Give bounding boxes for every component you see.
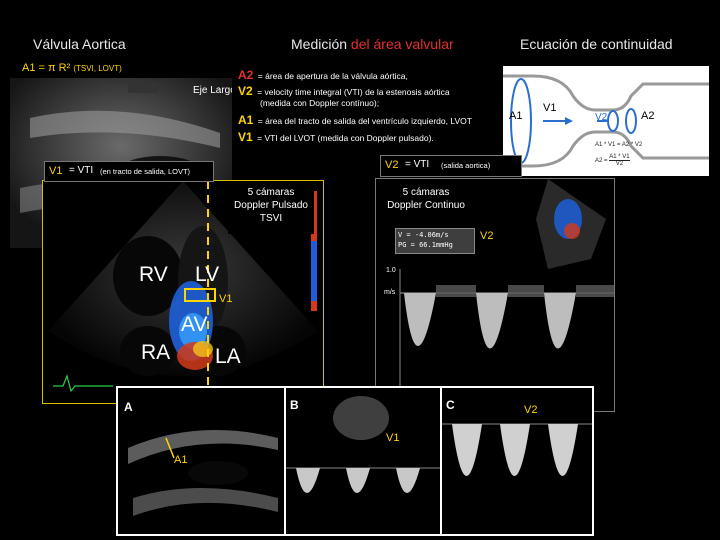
tag-v2-mid: V2 [480, 230, 494, 242]
panel-a-graphic [128, 430, 278, 516]
chamber-ra: RA [141, 341, 171, 364]
pulsed-line1: 5 cámaras [247, 187, 295, 198]
diagram-eq2-den: V2 [615, 161, 624, 167]
v1-label-note: (en tracto de salida, LOVT) [100, 167, 191, 176]
def-v2-cont: (medida con Doppler contínuo); [260, 98, 380, 108]
tag-a1-bottom: A1 [174, 454, 188, 466]
pulsed-line3: TSVI [259, 213, 283, 224]
bottom-composite: A A1 B V1 C V2 [116, 386, 594, 536]
title-center: Medición del área valvular [291, 36, 454, 52]
measurement-velocity: V = -4.06m/s [398, 231, 449, 239]
panel-b: B V1 [286, 388, 440, 534]
scale-unit: m/s [384, 289, 396, 296]
title-center-prefix: Medición [291, 36, 351, 52]
def-v1-text: = VTI del LVOT (medida con Doppler pulsa… [257, 133, 434, 143]
panel-a: A A1 [118, 388, 284, 534]
formula: A1 = π R² (TSVI, LOVT) [22, 62, 122, 74]
panel-b-label: B [290, 398, 299, 412]
scale-top: 1.0 [386, 267, 396, 274]
v1-label-text: = VTI [69, 165, 94, 176]
diagram-eq1: A1 * V1 = A2 * V2 [595, 142, 643, 148]
v2-label-text: = VTI [405, 159, 430, 170]
def-a2-text: = área de apertura de la válvula aórtica… [257, 71, 408, 81]
pulsed-info-box: 5 cámaras Doppler Pulsado TSVI [228, 186, 314, 234]
def-a2-sym: A2 [238, 68, 254, 82]
panel-c-label: C [446, 398, 455, 412]
tag-v1-bottom: V1 [386, 432, 400, 444]
tag-v1-mid: V1 [219, 293, 233, 305]
panel-c-graphic [442, 423, 592, 476]
def-v1: V1 = VTI del LVOT (medida con Doppler pu… [238, 128, 434, 146]
v2-label-box: V2 = VTI (salida aortica) [380, 155, 522, 177]
v1-label-box: V1 = VTI (en tracto de salida, LOVT) [44, 161, 214, 182]
continuous-line2: Doppler Continuo [387, 200, 465, 211]
def-a1-sym: A1 [238, 113, 254, 127]
eje-largo-label: Eje Largo [193, 85, 236, 96]
title-right: Ecuación de continuidad [520, 36, 673, 52]
diagram-v2: V2 [595, 112, 608, 123]
measurement-box: V = -4.06m/s PG = 66.1mmHg [395, 228, 475, 254]
def-a1: A1 = área del tracto de salida del ventr… [238, 111, 472, 129]
def-v2-sym: V2 [238, 84, 253, 98]
formula-note: (TSVI, LOVT) [73, 64, 122, 73]
title-left: Válvula Aortica [33, 36, 126, 52]
diagram-a2: A2 [641, 110, 655, 122]
diagram-a1: A1 [509, 110, 523, 122]
definitions-box: A2 = área de apertura de la válvula aórt… [232, 64, 502, 148]
diagram-eq2-lhs: A2 = [595, 158, 608, 165]
panel-b-graphic [286, 396, 440, 493]
def-v2-text: = velocity time integral (VTI) de la est… [257, 87, 450, 97]
chamber-la: LA [215, 345, 241, 368]
diagram-eq2: A2 = A1 * V1 V2 [595, 154, 630, 167]
v1-label-sym: V1 [49, 165, 63, 177]
tag-v2-bottom: V2 [524, 404, 538, 416]
continuous-info-box: 5 cámaras Doppler Continuo [378, 186, 474, 216]
chamber-rv: RV [139, 263, 168, 286]
continuous-line1: 5 cámaras [402, 187, 450, 198]
measurement-gradient: PG = 66.1mmHg [398, 241, 453, 249]
panel-a-label: A [124, 400, 133, 414]
v2-label-note: (salida aortica) [441, 161, 491, 170]
chamber-av: AV [181, 313, 208, 336]
pulsed-line2: Doppler Pulsado [234, 200, 308, 211]
formula-main: A1 = π R² [22, 62, 71, 74]
chamber-lv: LV [195, 263, 220, 286]
v2-label-sym: V2 [385, 159, 399, 171]
panel-c: C V2 [442, 388, 592, 534]
title-center-highlight: del área valvular [350, 36, 454, 52]
def-a1-text: = área del tracto de salida del ventrícu… [257, 116, 472, 126]
diagram-eq2-num: A1 * V1 [609, 154, 630, 161]
continuity-diagram: A1 V1 V2 A2 A1 * V1 = A2 * V2 A2 = A1 * … [503, 66, 709, 176]
diagram-v1: V1 [543, 102, 557, 114]
def-v1-sym: V1 [238, 130, 253, 144]
